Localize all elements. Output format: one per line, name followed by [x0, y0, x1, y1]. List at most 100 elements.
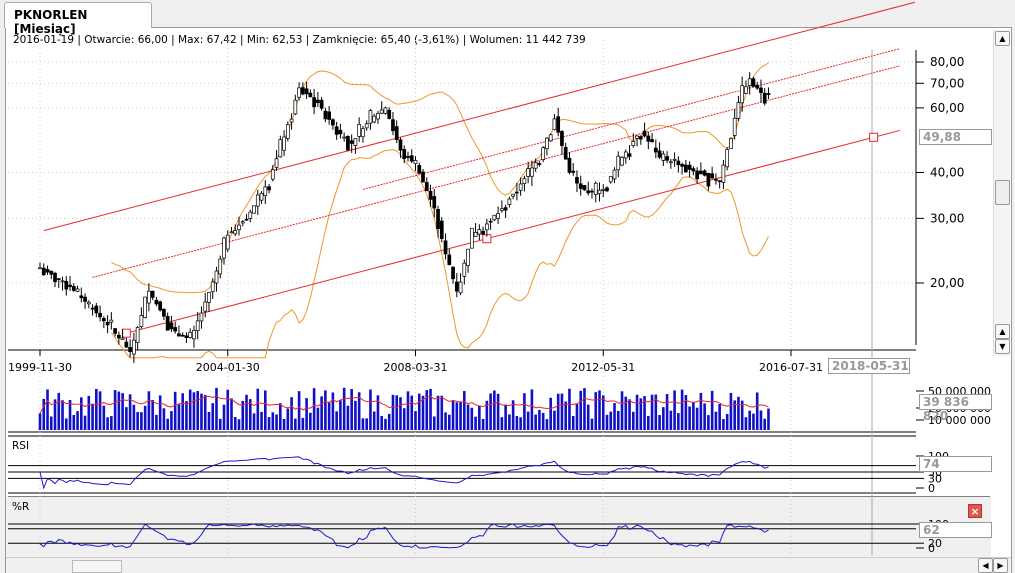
candle	[526, 161, 531, 184]
candle	[661, 150, 666, 167]
scroll-up-icon[interactable]: ▲	[995, 31, 1010, 46]
candle	[135, 326, 140, 350]
candle-body	[173, 327, 178, 332]
candle-body	[436, 209, 440, 229]
candle-body	[240, 221, 245, 224]
candle	[699, 162, 703, 175]
volume-bar	[410, 395, 414, 430]
candle-body	[537, 163, 542, 165]
candle	[717, 180, 722, 189]
candle-body	[349, 140, 354, 144]
hscroll-thumb[interactable]	[72, 560, 122, 573]
volume-bar	[560, 393, 564, 430]
candle	[541, 146, 546, 163]
price-tick-label: 30,00	[930, 211, 964, 225]
volume-bar	[106, 417, 109, 430]
volume-bar	[173, 391, 177, 430]
candle	[537, 161, 542, 167]
candle-body	[101, 318, 106, 322]
volume-bar	[395, 395, 399, 430]
scroll-thumb[interactable]	[995, 180, 1010, 205]
candle	[263, 180, 268, 204]
scroll-right-icon[interactable]: ▶	[993, 558, 1008, 573]
volume-bar	[162, 408, 166, 430]
candle	[229, 226, 234, 234]
volume-bar	[294, 418, 297, 430]
candle-body	[207, 292, 211, 303]
candle	[346, 135, 350, 151]
candle	[503, 204, 508, 218]
candle	[383, 106, 388, 115]
candle-body	[316, 99, 320, 104]
volume-bar	[279, 403, 282, 430]
candle-body	[684, 164, 688, 173]
candle	[331, 118, 335, 130]
candle	[244, 213, 249, 221]
volume-bar	[406, 391, 410, 430]
volume-bar	[631, 411, 635, 430]
zoom-down-icon[interactable]: ▼	[995, 339, 1010, 354]
candle-body	[285, 124, 290, 139]
volume-bar	[166, 418, 169, 430]
candle-body	[158, 301, 163, 311]
volume-bar	[613, 403, 616, 430]
candle-body	[593, 182, 598, 195]
tab-pknorlen[interactable]: PKNORLEN [Miesiąc]	[4, 2, 152, 36]
candle	[714, 173, 718, 185]
candle-body	[94, 305, 99, 314]
volume-bar	[215, 387, 218, 430]
candle-body	[736, 102, 741, 119]
volume-bar	[147, 391, 151, 430]
candle	[556, 107, 561, 137]
candle-body	[563, 146, 568, 160]
candle	[691, 166, 696, 176]
candle-body	[364, 123, 369, 129]
candle	[240, 220, 245, 227]
candle-body	[301, 87, 305, 95]
candle-body	[210, 281, 215, 292]
volume-bar	[256, 388, 260, 430]
scroll-left-icon[interactable]: ◀	[978, 558, 993, 573]
candle-body	[424, 182, 429, 192]
volume-bar	[620, 391, 624, 430]
candle	[601, 184, 606, 197]
candle-body	[413, 160, 418, 165]
candle-body	[327, 111, 331, 120]
candle	[575, 170, 579, 193]
candle-body	[331, 119, 335, 126]
candle	[406, 151, 410, 162]
candle	[458, 273, 463, 296]
volume-bar	[252, 413, 256, 430]
candle	[158, 300, 163, 312]
volume-bar	[339, 400, 342, 430]
zoom-up-icon[interactable]: ▲	[995, 324, 1010, 339]
candle	[49, 270, 54, 280]
candle	[64, 276, 69, 296]
candle-body	[132, 339, 136, 355]
candle	[270, 165, 275, 182]
candle-body	[454, 281, 459, 292]
close-icon[interactable]: ×	[968, 504, 982, 518]
volume-bar	[211, 403, 215, 430]
volume-bar	[155, 414, 158, 430]
volume-bar	[38, 413, 42, 430]
chart-canvas[interactable]: 80,00 70,00 60,00 40,00 30,00 20,00 1999-11-30…	[0, 0, 1015, 573]
candle	[139, 307, 144, 329]
candle-body	[608, 176, 613, 183]
candle-body	[297, 87, 301, 98]
candle	[563, 142, 568, 160]
candle-body	[289, 118, 294, 123]
candle-body	[267, 186, 271, 191]
candle-body	[222, 237, 226, 259]
candle-body	[147, 290, 151, 304]
candle	[500, 200, 504, 213]
candle	[203, 292, 208, 318]
volume-bar	[117, 391, 121, 430]
candle-body	[169, 322, 174, 330]
volume-bar	[673, 390, 676, 430]
volume-bar	[237, 419, 241, 430]
candle	[368, 109, 373, 130]
vertical-scrollbar[interactable]: ▲ ▲ ▼	[993, 30, 1010, 356]
candle	[199, 306, 204, 329]
horizontal-scrollbar[interactable]: ◀ ▶	[6, 557, 1011, 573]
